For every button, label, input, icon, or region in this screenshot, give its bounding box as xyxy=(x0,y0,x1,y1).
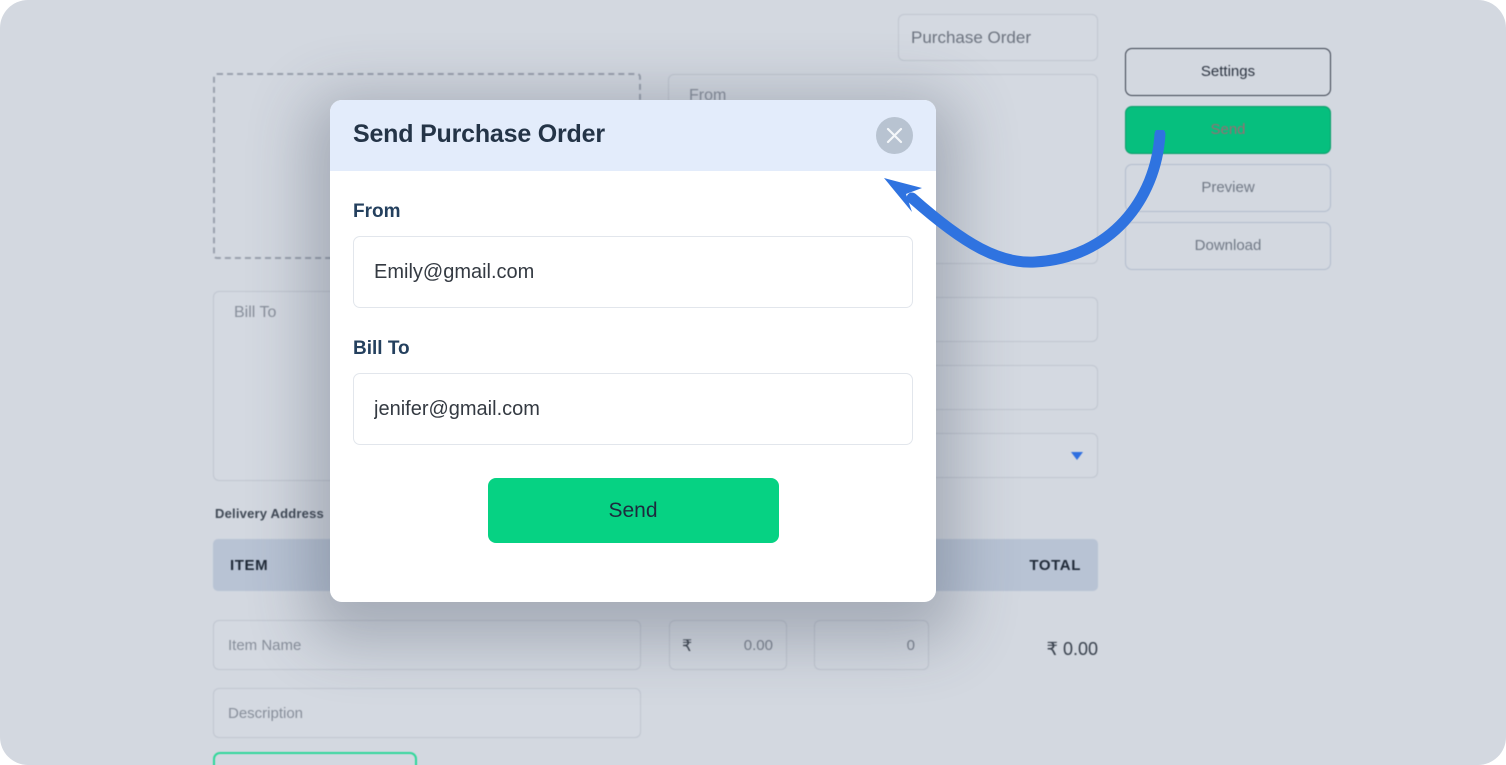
modal-header: Send Purchase Order xyxy=(330,100,936,171)
app-root: Purchase Order From Bill To Delivery Add… xyxy=(0,0,1506,765)
item-description-placeholder: Description xyxy=(228,705,304,722)
bill-to-email-input[interactable] xyxy=(353,373,913,445)
document-type-field[interactable]: Purchase Order xyxy=(898,14,1098,61)
from-email-input[interactable] xyxy=(353,236,913,308)
item-quantity-input[interactable]: 0 xyxy=(814,620,929,670)
action-sidebar: Settings Send Preview Download xyxy=(1125,48,1331,280)
column-header-total: TOTAL xyxy=(1029,557,1081,574)
settings-button[interactable]: Settings xyxy=(1125,48,1331,96)
item-name-input[interactable]: Item Name xyxy=(213,620,641,670)
item-rate-input[interactable]: ₹ 0.00 xyxy=(669,620,787,670)
add-item-button[interactable] xyxy=(213,752,417,765)
document-type-value: Purchase Order xyxy=(911,28,1031,47)
preview-button[interactable]: Preview xyxy=(1125,164,1331,212)
send-purchase-order-modal: Send Purchase Order From Bill To Send xyxy=(330,100,936,602)
item-line-total: ₹ 0.00 xyxy=(1046,639,1099,659)
item-description-input[interactable]: Description xyxy=(213,688,641,738)
item-quantity-value: 0 xyxy=(906,637,915,654)
modal-title: Send Purchase Order xyxy=(353,120,605,148)
item-name-placeholder: Item Name xyxy=(228,637,302,654)
modal-send-button[interactable]: Send xyxy=(487,478,779,543)
modal-body: From Bill To Send xyxy=(330,201,936,543)
item-rate-value: 0.00 xyxy=(743,637,773,654)
chevron-down-icon xyxy=(1071,451,1083,460)
from-label: From xyxy=(353,201,401,222)
column-header-item: ITEM xyxy=(230,557,269,574)
delivery-address-label: Delivery Address xyxy=(215,506,324,521)
download-button[interactable]: Download xyxy=(1125,222,1331,270)
bill-to-label: Bill To xyxy=(353,338,410,359)
rupee-icon: ₹ xyxy=(682,638,693,655)
bill-to-panel-placeholder: Bill To xyxy=(234,304,277,321)
send-button[interactable]: Send xyxy=(1125,106,1331,154)
close-icon[interactable] xyxy=(876,117,913,154)
